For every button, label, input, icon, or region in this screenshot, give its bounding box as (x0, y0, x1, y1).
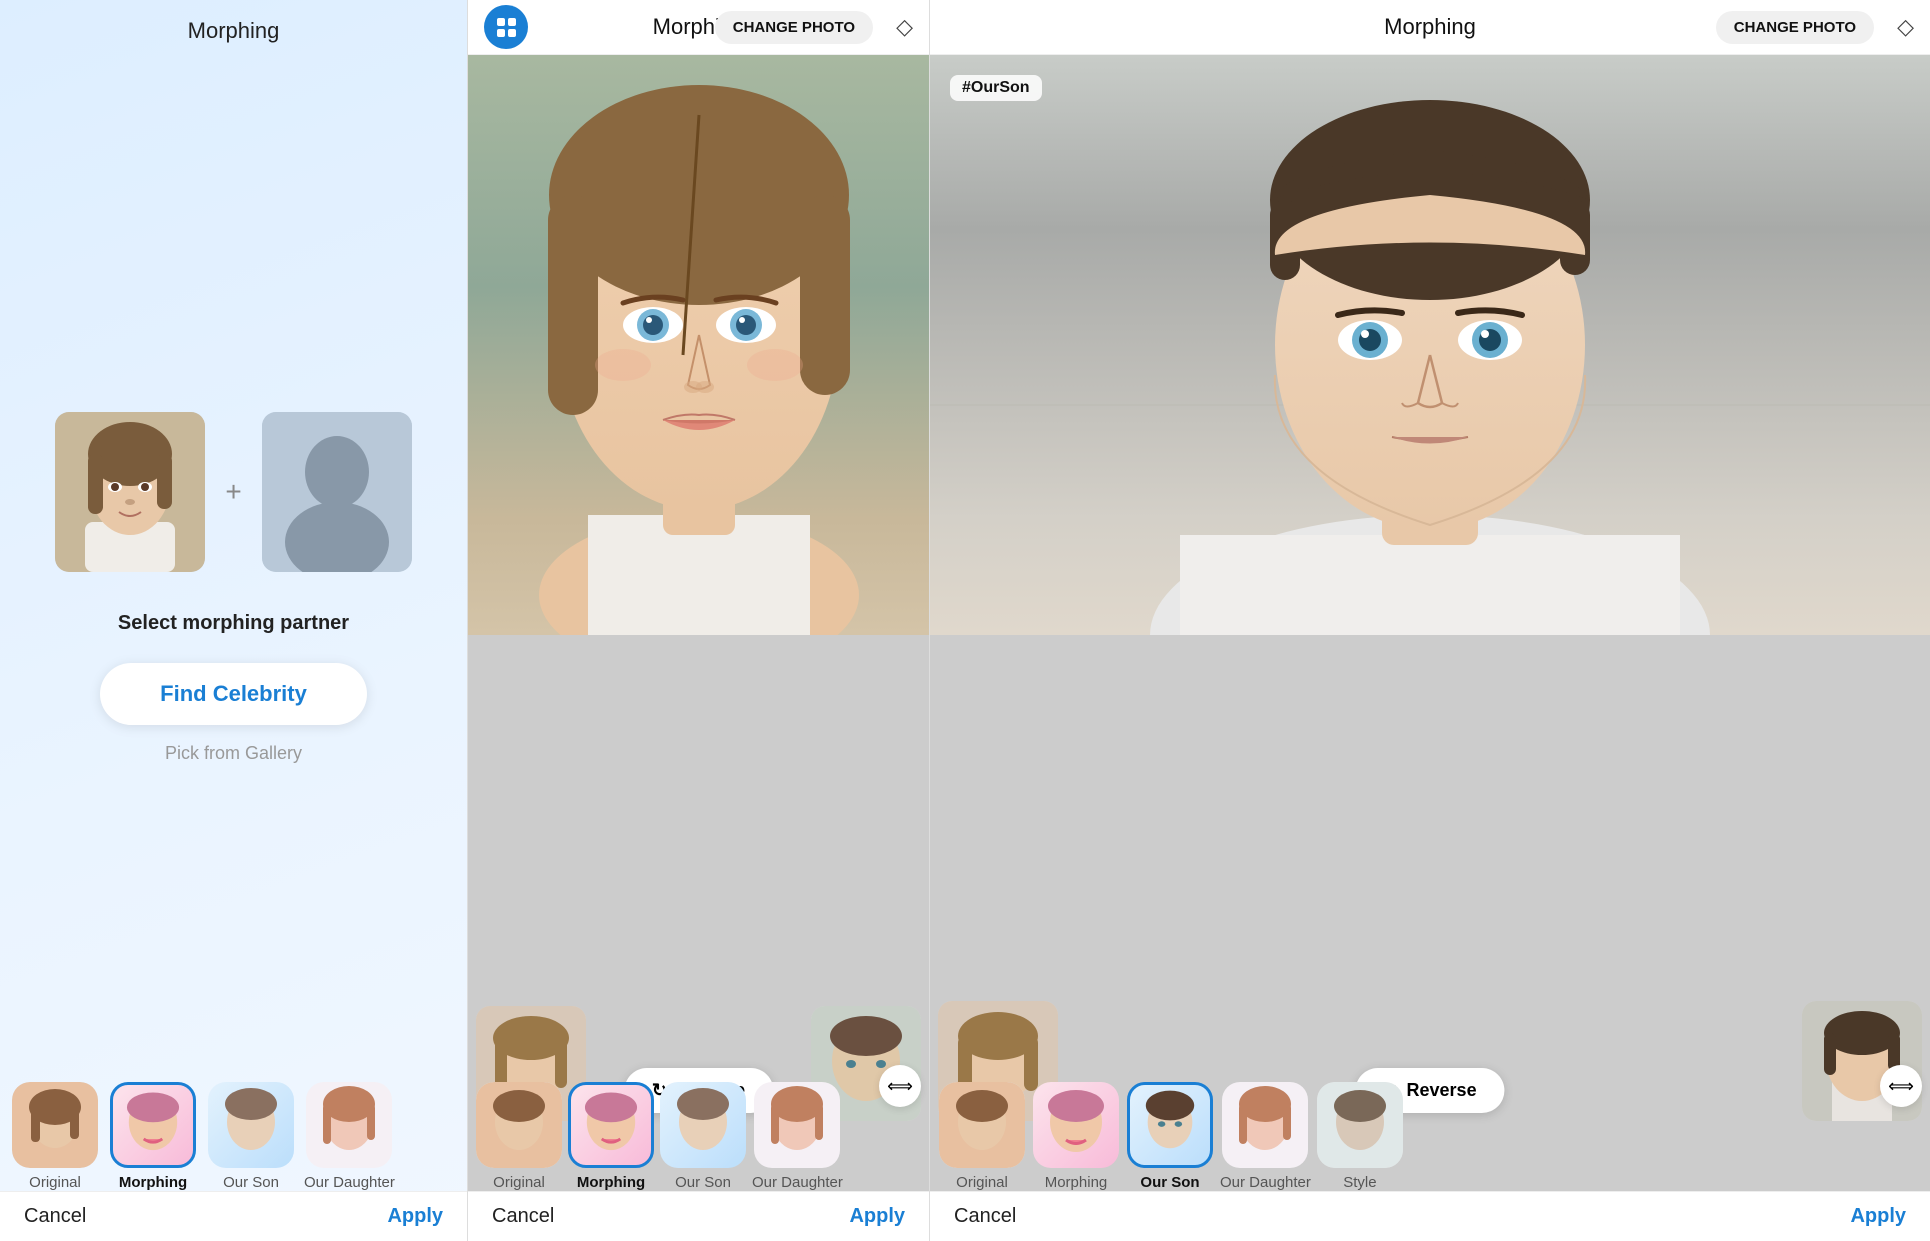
tab-ourdaughter-2[interactable]: Our Daughter (752, 1082, 843, 1191)
panel3-tabs: Original Morphing Our Son (930, 1082, 1930, 1191)
tab-label-ourdaughter-3: Our Daughter (1220, 1174, 1311, 1191)
tab-original-2[interactable]: Original (476, 1082, 562, 1191)
panel3-title: Morphing (1384, 14, 1476, 40)
tab-ourdaughter-1[interactable]: Our Daughter (304, 1082, 395, 1191)
tab-label-ourson-2: Our Son (675, 1174, 731, 1191)
panel-2: Morphing CHANGE PHOTO ◇ (468, 0, 930, 1241)
tab-original-1[interactable]: Original (10, 1082, 100, 1191)
find-celebrity-button[interactable]: Find Celebrity (100, 663, 367, 725)
tab-label-morphing-3: Morphing (1045, 1174, 1108, 1191)
tab-thumb-ourdaughter-1 (306, 1082, 392, 1168)
panel-1: Morphing (0, 0, 468, 1241)
tab-ourson-2[interactable]: Our Son (660, 1082, 746, 1191)
tab-label-morphing-1: Morphing (119, 1174, 187, 1191)
hashtag-tag-3: #OurSon (950, 75, 1042, 101)
panel1-tabs: Original Morphing (0, 1082, 467, 1191)
panel-3: Morphing CHANGE PHOTO ◇ (930, 0, 1930, 1241)
photo-pair: + (55, 412, 411, 572)
select-partner-label: Select morphing partner (118, 612, 349, 635)
tab-ourson-3[interactable]: Our Son (1126, 1082, 1214, 1191)
tab-thumb-morphing-1 (110, 1082, 196, 1168)
tab-label-original-3: Original (956, 1174, 1008, 1191)
apply-button-2[interactable]: Apply (849, 1205, 905, 1228)
tab-ourdaughter-3[interactable]: Our Daughter (1220, 1082, 1311, 1191)
change-photo-button-2[interactable]: CHANGE PHOTO (715, 11, 873, 44)
plus-separator: + (225, 476, 241, 508)
panel1-title: Morphing (0, 0, 467, 54)
panel3-main-image: #OurSon ↻ Reverse (930, 55, 1930, 1241)
panel2-bottom-bar: Cancel Apply (468, 1191, 929, 1241)
panel2-tabs: Original Morphing Our Son (468, 1082, 929, 1191)
panel2-main-image: ↻ Reverse ⟺ (468, 55, 929, 1241)
cancel-button-1[interactable]: Cancel (24, 1205, 86, 1228)
tab-thumb-ourson-1 (208, 1082, 294, 1168)
tab-thumb-original-2 (476, 1082, 562, 1168)
apply-button-1[interactable]: Apply (387, 1205, 443, 1228)
tab-label-original-1: Original (29, 1174, 81, 1191)
tab-thumb-ourson-3 (1127, 1082, 1213, 1168)
panel1-body: + Select morphing partner Find Celebrity… (0, 54, 467, 1241)
tab-label-morphing-2: Morphing (577, 1174, 645, 1191)
grid-icon-button-2[interactable] (484, 5, 528, 49)
apply-button-3[interactable]: Apply (1850, 1205, 1906, 1228)
panel1-bottom-bar: Cancel Apply (0, 1191, 467, 1241)
panel3-header: Morphing CHANGE PHOTO ◇ (930, 0, 1930, 55)
cancel-button-3[interactable]: Cancel (954, 1205, 1016, 1228)
tab-morphing-3[interactable]: Morphing (1032, 1082, 1120, 1191)
tab-thumb-original-1 (12, 1082, 98, 1168)
tab-label-ourson-1: Our Son (223, 1174, 279, 1191)
tab-thumb-ourdaughter-3 (1222, 1082, 1308, 1168)
tab-label-style-3: Style (1343, 1174, 1376, 1191)
panel2-header: Morphing CHANGE PHOTO ◇ (468, 0, 929, 55)
cancel-button-2[interactable]: Cancel (492, 1205, 554, 1228)
tab-label-ourdaughter-1: Our Daughter (304, 1174, 395, 1191)
tab-label-ourdaughter-2: Our Daughter (752, 1174, 843, 1191)
tab-thumb-style-3 (1317, 1082, 1403, 1168)
partner-photo[interactable] (262, 412, 412, 572)
tab-thumb-original-3 (939, 1082, 1025, 1168)
tab-ourson-1[interactable]: Our Son (206, 1082, 296, 1191)
tab-morphing-1[interactable]: Morphing (108, 1082, 198, 1191)
source-photo[interactable] (55, 412, 205, 572)
tab-thumb-morphing-3 (1033, 1082, 1119, 1168)
tab-label-original-2: Original (493, 1174, 545, 1191)
tab-style-3[interactable]: Style (1317, 1082, 1403, 1191)
eraser-icon-button-3[interactable]: ◇ (1897, 14, 1914, 40)
eraser-icon-button-2[interactable]: ◇ (896, 14, 913, 40)
tab-morphing-2[interactable]: Morphing (568, 1082, 654, 1191)
tab-thumb-morphing-2 (568, 1082, 654, 1168)
tab-thumb-ourdaughter-2 (754, 1082, 840, 1168)
change-photo-button-3[interactable]: CHANGE PHOTO (1716, 11, 1874, 44)
grid-icon-2 (497, 18, 516, 37)
panel3-bottom-bar: Cancel Apply (930, 1191, 1930, 1241)
tab-original-3[interactable]: Original (938, 1082, 1026, 1191)
pick-gallery-button[interactable]: Pick from Gallery (165, 743, 302, 764)
tab-label-ourson-3: Our Son (1140, 1174, 1199, 1191)
tab-thumb-ourson-2 (660, 1082, 746, 1168)
